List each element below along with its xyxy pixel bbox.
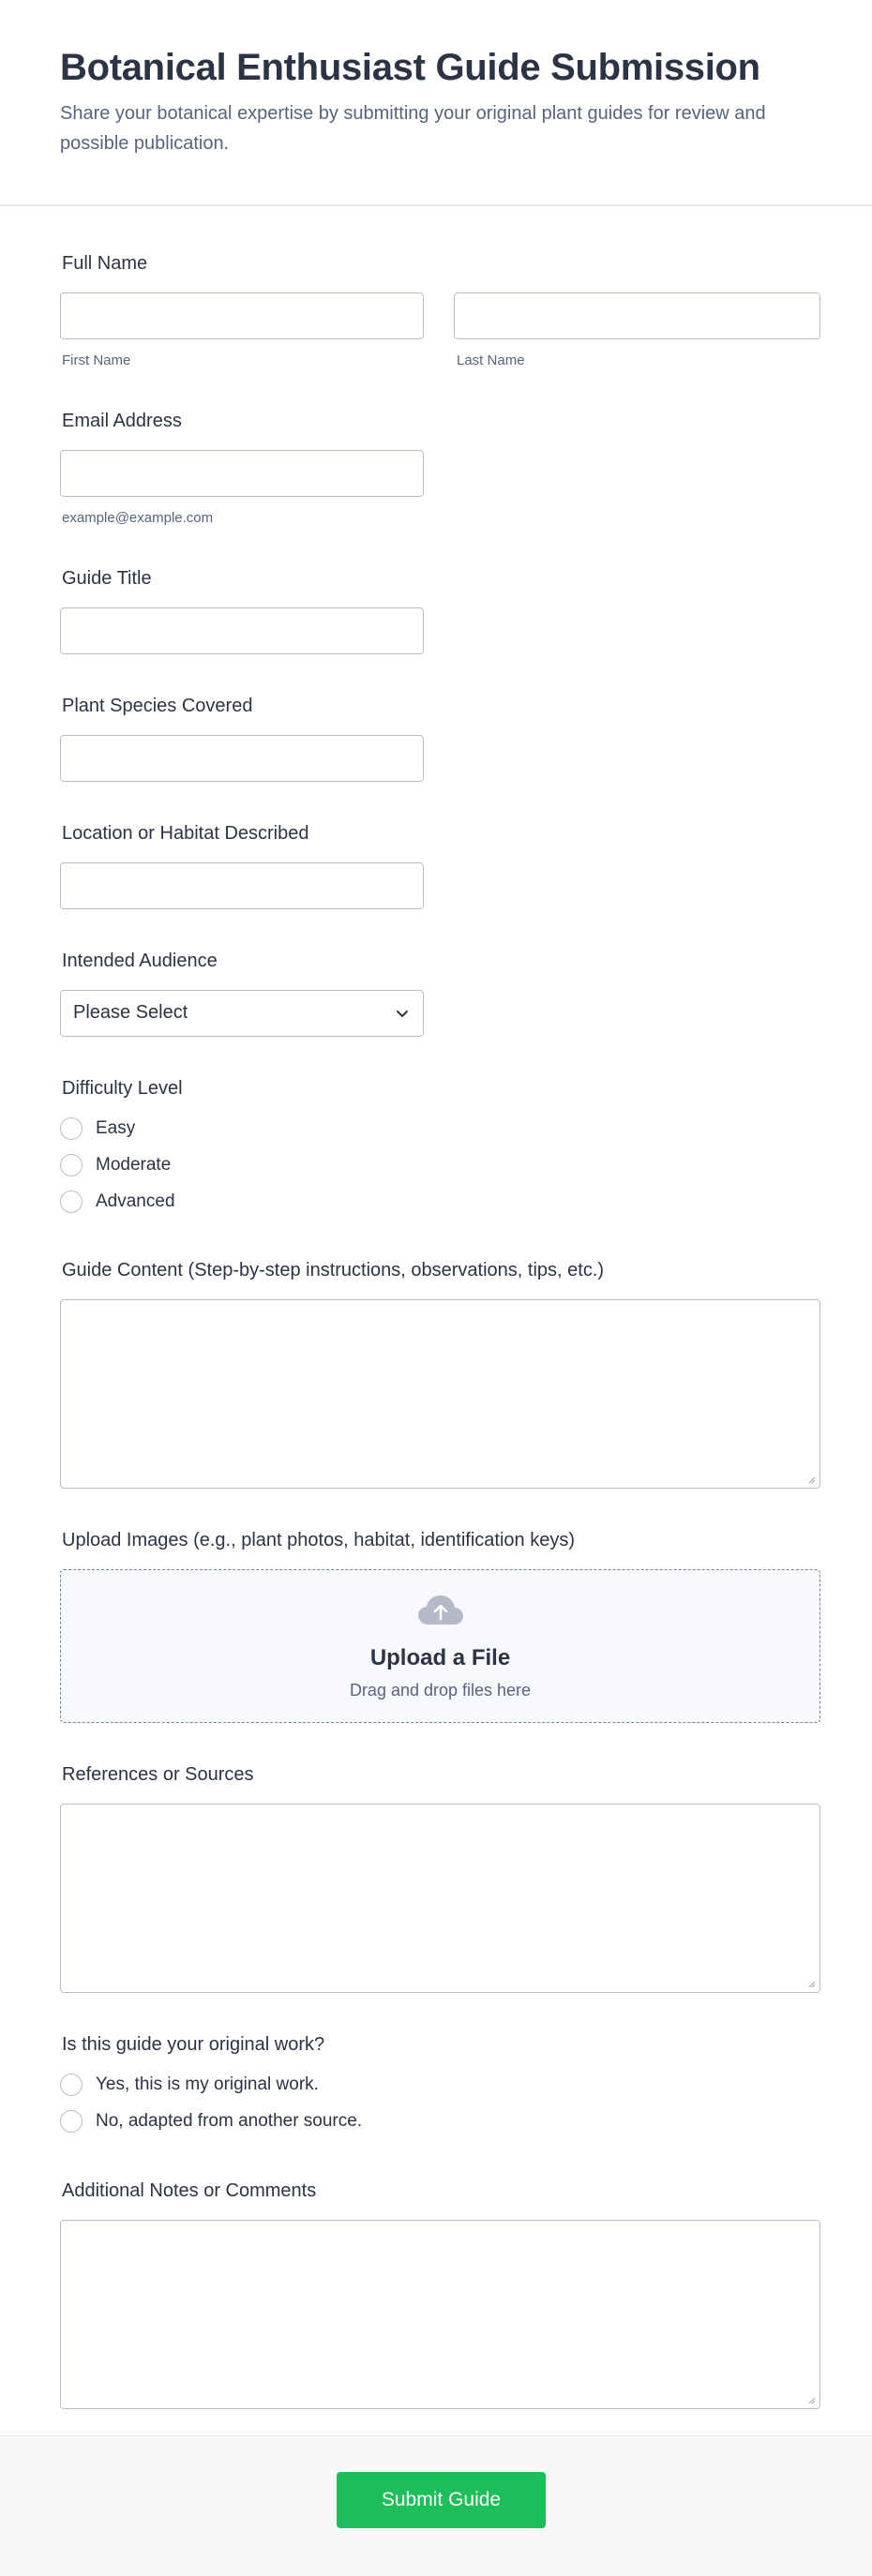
last-name-sublabel: Last Name bbox=[457, 352, 525, 368]
email-sublabel: example@example.com bbox=[62, 510, 214, 526]
file-upload-dropzone[interactable]: Upload a File Drag and drop files here bbox=[60, 1569, 820, 1723]
guide-title-label: Guide Title bbox=[62, 568, 152, 589]
species-input[interactable] bbox=[60, 735, 424, 782]
first-name-input[interactable] bbox=[60, 292, 424, 339]
audience-select[interactable]: Please Select bbox=[60, 990, 424, 1037]
radio-button[interactable] bbox=[60, 2110, 83, 2133]
guide-title-input[interactable] bbox=[60, 607, 424, 654]
difficulty-label: Difficulty Level bbox=[62, 1078, 183, 1099]
email-label: Email Address bbox=[62, 411, 182, 431]
audience-selected-value: Please Select bbox=[73, 1002, 188, 1023]
full-name-label: Full Name bbox=[62, 253, 148, 274]
email-field[interactable] bbox=[60, 450, 424, 497]
resize-handle-icon[interactable] bbox=[806, 1979, 816, 1988]
content-label: Guide Content (Step-by-step instructions… bbox=[62, 1260, 605, 1281]
content-textarea[interactable] bbox=[60, 1299, 820, 1489]
page-title: Botanical Enthusiast Guide Submission bbox=[60, 47, 760, 88]
species-label: Plant Species Covered bbox=[62, 696, 253, 716]
submit-button[interactable]: Submit Guide bbox=[337, 2472, 546, 2528]
radio-button[interactable] bbox=[60, 1117, 83, 1140]
original-work-label: Is this guide your original work? bbox=[62, 2034, 325, 2055]
audience-label: Intended Audience bbox=[62, 951, 218, 971]
upload-title: Upload a File bbox=[369, 1645, 511, 1670]
upload-label: Upload Images (e.g., plant photos, habit… bbox=[62, 1530, 575, 1550]
form-header: Botanical Enthusiast Guide Submission Sh… bbox=[0, 0, 872, 206]
notes-label: Additional Notes or Comments bbox=[62, 2180, 317, 2201]
notes-textarea[interactable] bbox=[60, 2220, 820, 2409]
resize-handle-icon[interactable] bbox=[806, 2395, 816, 2404]
references-textarea[interactable] bbox=[60, 1804, 820, 1993]
radio-label: No, adapted from another source. bbox=[96, 2111, 363, 2131]
radio-label: Advanced bbox=[96, 1191, 175, 1211]
radio-label: Moderate bbox=[96, 1155, 172, 1175]
first-name-sublabel: First Name bbox=[62, 352, 131, 368]
location-label: Location or Habitat Described bbox=[62, 823, 309, 844]
radio-button[interactable] bbox=[60, 1154, 83, 1176]
upload-hint: Drag and drop files here bbox=[349, 1681, 532, 1700]
radio-label: Yes, this is my original work. bbox=[96, 2074, 319, 2094]
page-subtitle: Share your botanical expertise by submit… bbox=[60, 103, 766, 154]
radio-label: Easy bbox=[96, 1118, 136, 1138]
chevron-down-icon bbox=[397, 1011, 408, 1017]
cloud-upload-icon bbox=[418, 1595, 463, 1625]
references-label: References or Sources bbox=[62, 1764, 254, 1785]
last-name-input[interactable] bbox=[454, 292, 820, 339]
radio-button[interactable] bbox=[60, 1191, 83, 1213]
radio-button[interactable] bbox=[60, 2074, 83, 2096]
resize-handle-icon[interactable] bbox=[806, 1475, 816, 1484]
form-footer: Submit Guide bbox=[0, 2435, 872, 2576]
location-input[interactable] bbox=[60, 862, 424, 909]
